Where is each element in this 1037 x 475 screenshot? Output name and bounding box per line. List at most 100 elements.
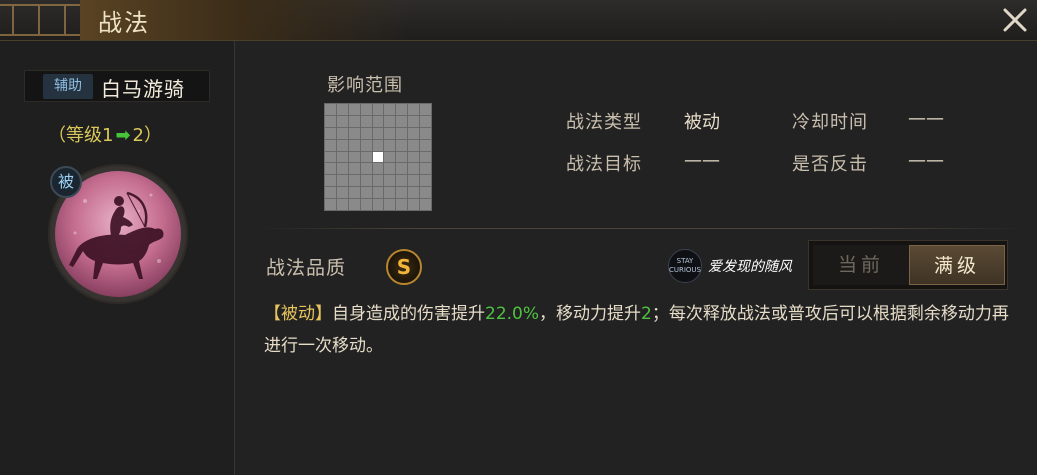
range-cell [384,115,396,127]
level-arrow-icon: ➡ [115,125,131,146]
range-cell [384,187,396,199]
range-cell [325,115,336,127]
range-cell [408,187,420,199]
close-icon[interactable] [997,2,1033,38]
range-cell [384,175,396,187]
range-cell [348,163,360,175]
range-cell [360,139,372,151]
range-cell [408,127,420,139]
range-cell [420,127,431,139]
max-level-button[interactable]: 满级 [909,245,1005,285]
range-cell [408,115,420,127]
range-label: 影响范围 [327,75,403,96]
range-cell [348,187,360,199]
passive-badge: 被 [50,166,82,198]
range-cell [336,199,348,210]
current-level-button[interactable]: 当前 [813,245,909,285]
level-to: 2） [132,125,162,146]
range-cell [384,139,396,151]
range-cell [420,139,431,151]
skill-target-value: —— [684,150,720,171]
range-cell [336,187,348,199]
range-cell [420,151,431,163]
skill-type-label: 战法类型 [566,112,642,133]
range-cell [420,187,431,199]
range-cell [336,175,348,187]
range-cell [360,104,372,115]
range-cell [360,127,372,139]
range-cell [325,151,336,163]
range-cell [325,175,336,187]
range-cell [384,199,396,210]
range-cell [396,127,408,139]
range-cell [325,199,336,210]
header-ornament [0,4,82,36]
range-cell [360,175,372,187]
move-value: 2 [641,304,652,324]
range-cell [360,199,372,210]
level-toggle: 当前 满级 [808,240,1008,290]
range-cell [372,163,384,175]
range-cell [396,175,408,187]
counter-value: —— [908,150,944,171]
range-cell [325,187,336,199]
range-cell [325,104,336,115]
range-cell [372,127,384,139]
description-part2: ，移动力提升 [539,304,642,324]
range-cell [408,199,420,210]
skill-description: 【被动】自身造成的伤害提升22.0%，移动力提升2；每次释放战法或普攻后可以根据… [264,298,1014,362]
range-cell [336,127,348,139]
watermark-text: 爱发现的随风 [708,259,792,275]
range-cell [360,151,372,163]
title-bar: 战法 [0,0,1037,41]
range-cell [396,199,408,210]
range-cell [348,139,360,151]
range-cell-center [372,151,384,163]
counter-label: 是否反击 [792,154,868,175]
skill-target-label: 战法目标 [566,154,642,175]
skill-name-plate: 辅助 白马游骑 [24,70,210,102]
range-cell [348,175,360,187]
watermark-logo: STAY CURIOUS [668,249,702,283]
range-grid [324,103,432,211]
range-cell [408,163,420,175]
skill-type-value: 被动 [684,112,720,133]
range-cell [396,139,408,151]
range-cell [372,187,384,199]
range-cell [348,115,360,127]
watermark: STAY CURIOUS 爱发现的随风 [668,249,792,283]
range-cell [348,151,360,163]
cooldown-label: 冷却时间 [792,112,868,133]
range-cell [372,139,384,151]
range-cell [384,163,396,175]
skill-type-badge: 辅助 [43,74,93,99]
range-cell [396,115,408,127]
skill-name: 白马游骑 [101,77,185,101]
range-cell [348,127,360,139]
range-cell [348,199,360,210]
range-cell [372,104,384,115]
range-cell [420,199,431,210]
range-cell [336,115,348,127]
close-button[interactable] [997,2,1033,38]
range-cell [360,115,372,127]
range-cell [348,104,360,115]
range-cell [408,104,420,115]
range-cell [325,163,336,175]
range-cell [408,175,420,187]
range-cell [372,199,384,210]
description-tag: 【被动】 [264,304,332,324]
range-cell [396,163,408,175]
range-cell [384,127,396,139]
range-cell [396,151,408,163]
range-cell [372,175,384,187]
range-cell [420,115,431,127]
level-from: （等级1 [48,125,114,146]
range-cell [336,151,348,163]
range-cell [360,163,372,175]
range-cell [336,104,348,115]
cooldown-value: —— [908,108,944,129]
range-cell [396,187,408,199]
range-cell [420,163,431,175]
range-cell [336,139,348,151]
